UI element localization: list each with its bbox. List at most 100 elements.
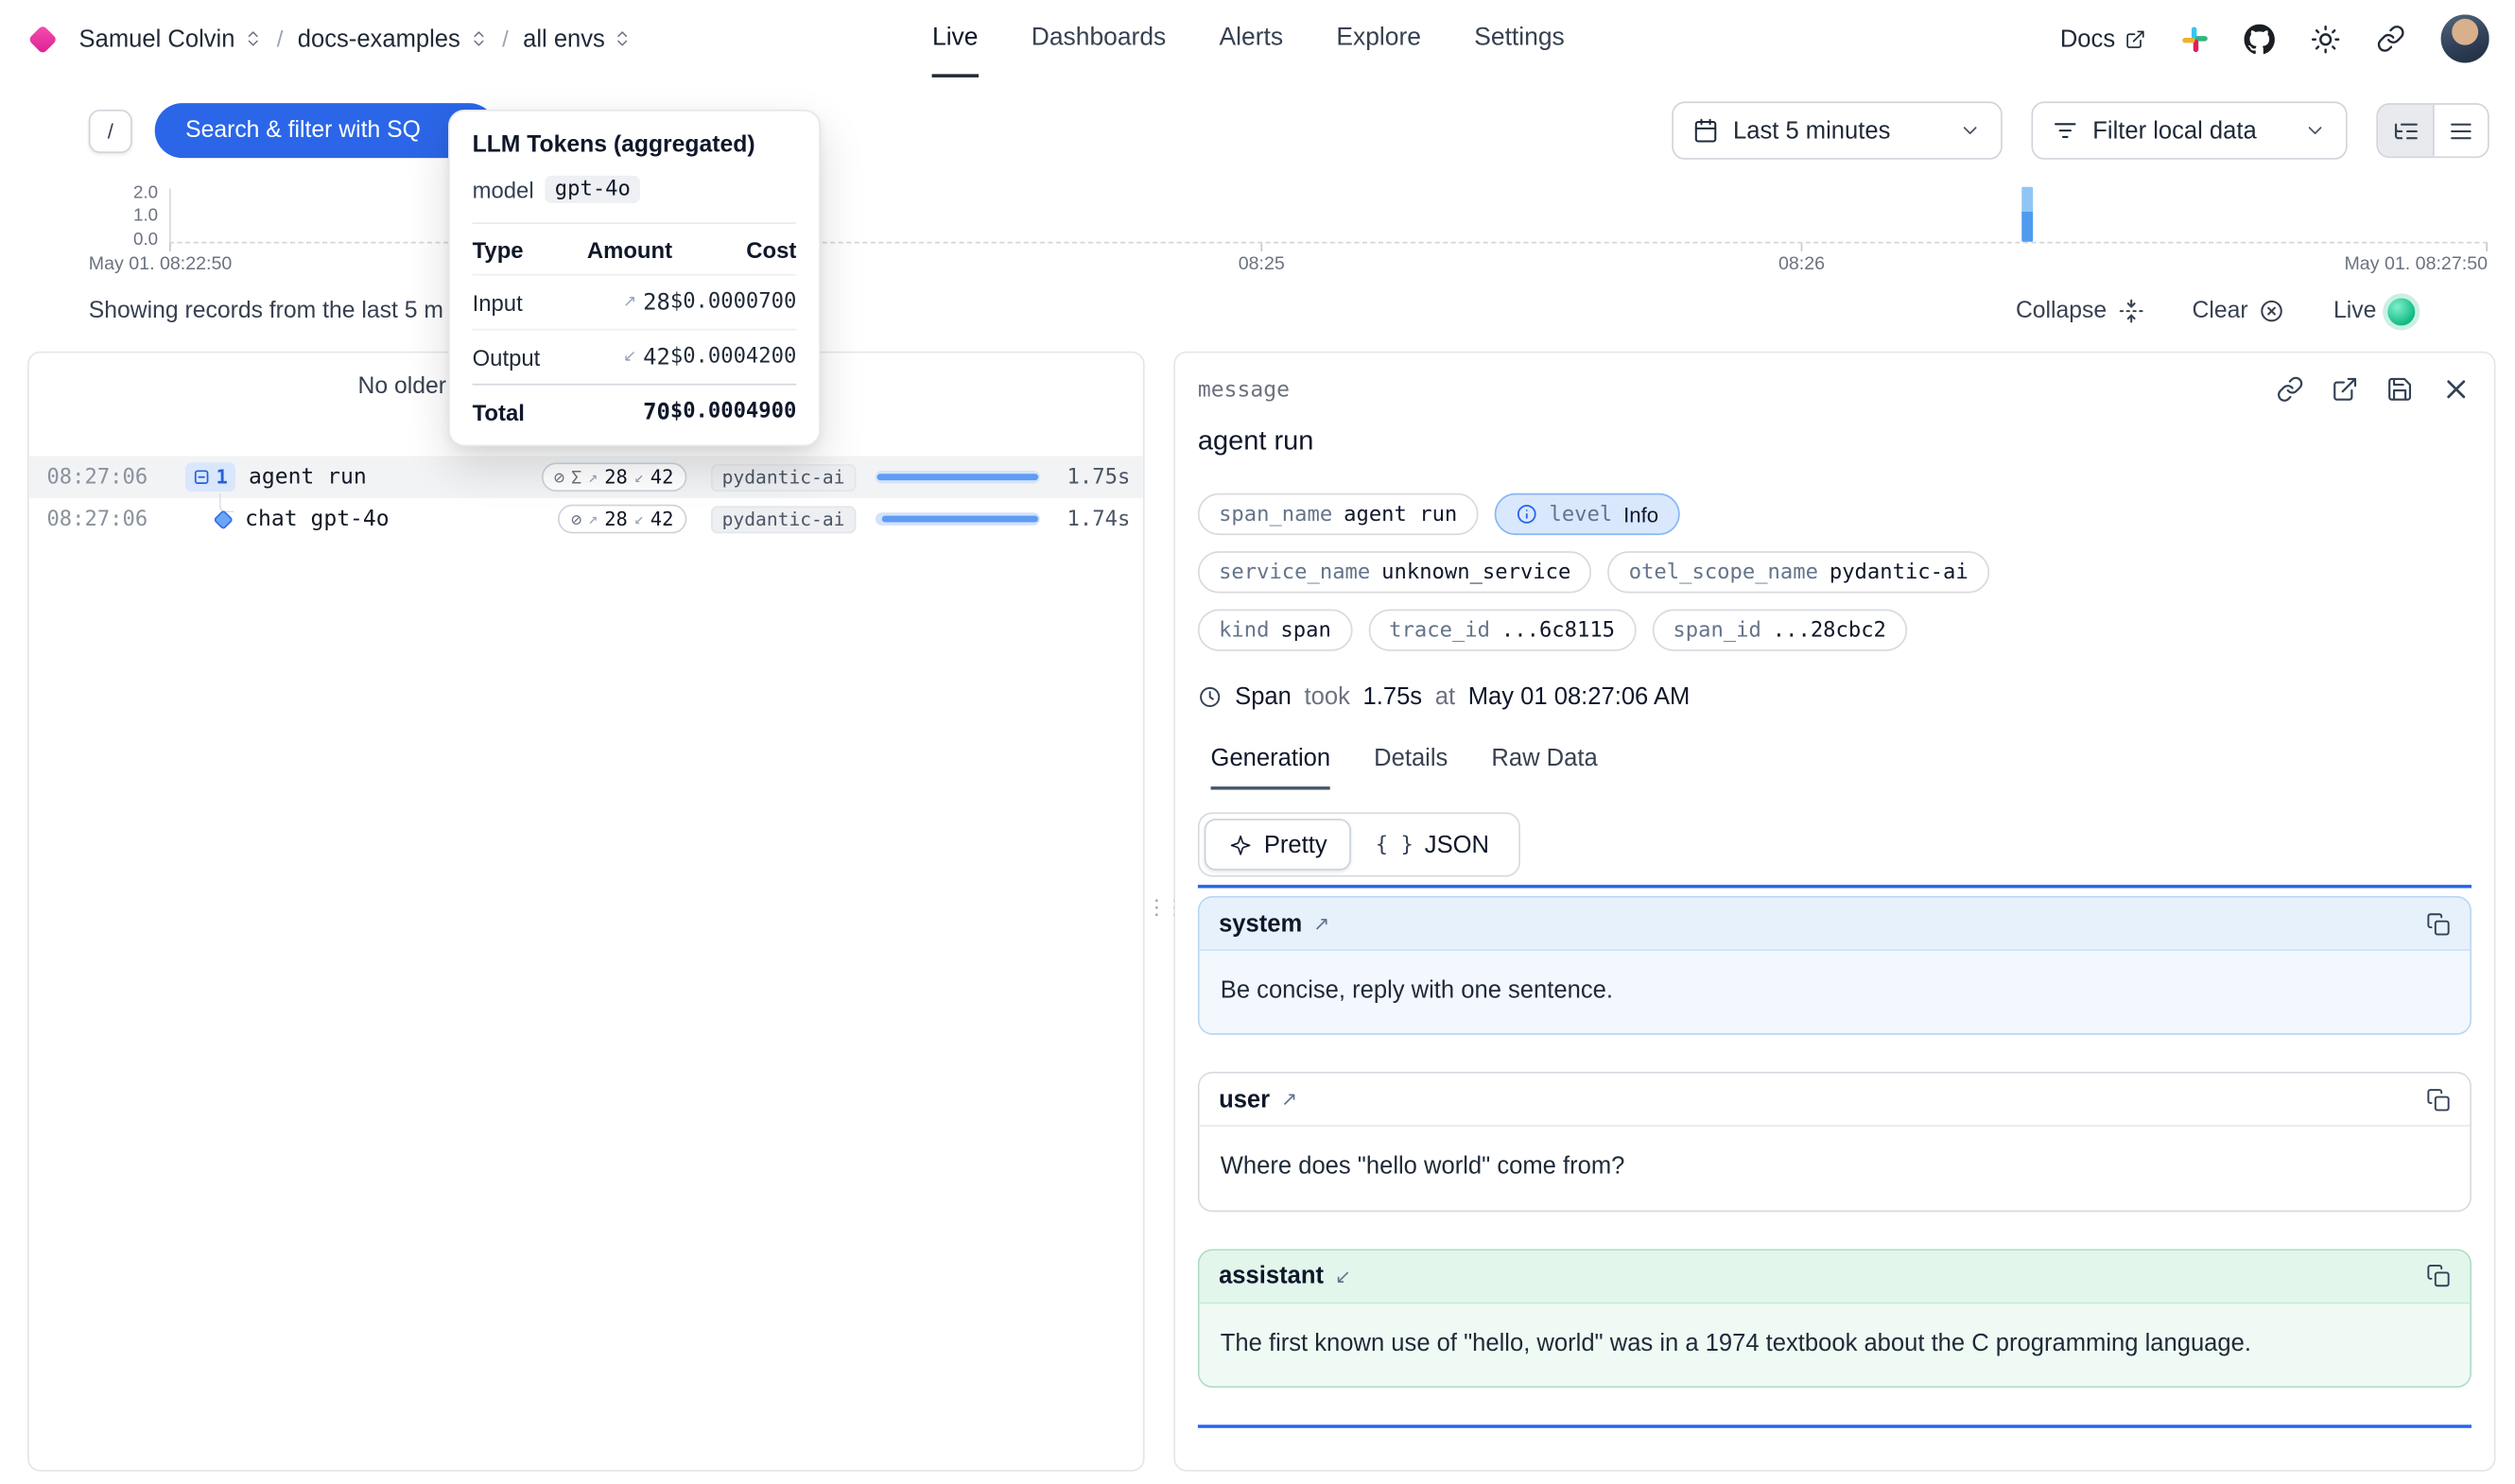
save-icon[interactable] — [2386, 375, 2414, 403]
nav-tab-explore[interactable]: Explore — [1336, 0, 1421, 78]
time-range-select[interactable]: Last 5 minutes — [1672, 101, 2003, 159]
detail-tabs: Generation Details Raw Data — [1198, 745, 2472, 790]
search-filter-button[interactable]: Search & filter with SQ — [155, 103, 496, 158]
copy-icon[interactable] — [2426, 911, 2451, 936]
trace-row-chat-gpt-4o[interactable]: 08:27:06 chat gpt-4o ⊘ ↗ 28 ↙ 42 pydanti… — [29, 498, 1143, 540]
pretty-label: Pretty — [1264, 831, 1327, 858]
env-name: all envs — [523, 25, 605, 52]
span-name-chip[interactable]: span_name agent run — [1198, 493, 1479, 535]
attr-value: Info — [1623, 502, 1658, 526]
json-view-button[interactable]: { } JSON — [1351, 819, 1513, 871]
collapse-button[interactable]: Collapse — [2016, 298, 2143, 323]
status-row: Showing records from the last 5 m Collap… — [0, 292, 2515, 331]
scope-tag[interactable]: pydantic-ai — [711, 506, 857, 533]
tokens-row-input: Input ↗28 $0.0000700 — [473, 274, 797, 329]
logfire-logo-icon[interactable] — [28, 24, 58, 53]
live-toggle[interactable]: Live — [2333, 298, 2415, 325]
collapse-label: Collapse — [2016, 298, 2107, 323]
user-avatar[interactable] — [2441, 14, 2489, 62]
attribute-chip-row: span_name agent run level Info — [1198, 493, 2472, 535]
breadcrumb-org[interactable]: Samuel Colvin — [79, 25, 263, 52]
trace-id-chip[interactable]: trace_id ...6c8115 — [1368, 610, 1636, 651]
filter-local-data-select[interactable]: Filter local data — [2031, 101, 2347, 159]
output-arrow-icon: ↙ — [634, 510, 644, 528]
tokens-icon: ⊘ — [571, 509, 581, 529]
nav-tab-settings[interactable]: Settings — [1474, 0, 1565, 78]
close-icon[interactable] — [2441, 374, 2472, 405]
slack-icon[interactable] — [2181, 25, 2209, 52]
row-type: Output — [473, 344, 575, 370]
github-icon[interactable] — [2245, 24, 2275, 54]
tree-connector — [219, 493, 234, 512]
copy-icon[interactable] — [2426, 1088, 2451, 1113]
nav-tab-live[interactable]: Live — [932, 0, 978, 78]
breadcrumb-env[interactable]: all envs — [523, 25, 633, 52]
attr-key: otel_scope_name — [1629, 561, 1818, 585]
duration-text: 1.75s — [1056, 465, 1130, 490]
trace-row-agent-run[interactable]: 08:27:06 1 agent run ⊘ Σ ↗ 28 ↙ 42 pyda — [29, 457, 1143, 498]
breadcrumb-project[interactable]: docs-examples — [298, 25, 488, 52]
duration-bar[interactable] — [876, 471, 1040, 484]
external-link-icon — [2125, 28, 2145, 49]
docs-link[interactable]: Docs — [2060, 25, 2146, 52]
clear-button[interactable]: Clear — [2193, 298, 2285, 323]
took-word: at — [1435, 683, 1455, 711]
attr-value: ...6c8115 — [1501, 618, 1615, 643]
tokens-row-output: Output ↙42 $0.0004200 — [473, 329, 797, 384]
circle-x-icon — [2260, 298, 2285, 323]
logfire-app: Samuel Colvin / docs-examples / all envs… — [0, 0, 2515, 1484]
tokens-chip[interactable]: ⊘ Σ ↗ 28 ↙ 42 — [541, 462, 686, 492]
breadcrumb-separator: / — [277, 26, 284, 51]
input-arrow-icon: ↗ — [623, 293, 636, 311]
tokens-table-header: Type Amount Cost — [473, 224, 797, 274]
copy-icon[interactable] — [2426, 1264, 2451, 1288]
tab-raw-data[interactable]: Raw Data — [1491, 745, 1597, 790]
main-nav-tabs: Live Dashboards Alerts Explore Settings — [932, 0, 1565, 78]
attr-key: service_name — [1219, 561, 1370, 585]
share-link-icon[interactable] — [2376, 25, 2405, 54]
copy-link-icon[interactable] — [2277, 375, 2304, 403]
level-chip[interactable]: level Info — [1494, 493, 1679, 535]
filter-local-data-value: Filter local data — [2092, 117, 2256, 145]
kind-chip[interactable]: kind span — [1198, 610, 1352, 651]
attr-key: span_id — [1673, 618, 1760, 643]
slash-shortcut-key[interactable]: / — [89, 109, 132, 152]
service-name-chip[interactable]: service_name unknown_service — [1198, 551, 1592, 593]
span-id-chip[interactable]: span_id ...28cbc2 — [1652, 610, 1907, 651]
nav-right-group: Docs — [2060, 14, 2489, 62]
live-label: Live — [2333, 298, 2376, 323]
otel-scope-chip[interactable]: otel_scope_name pydantic-ai — [1608, 551, 1989, 593]
detail-header-actions — [2277, 374, 2472, 405]
live-indicator-icon — [2387, 298, 2415, 325]
tab-generation[interactable]: Generation — [1211, 745, 1331, 790]
showing-records-text: Showing records from the last 5 m — [89, 298, 443, 323]
chevrons-up-down-icon — [243, 29, 262, 48]
nav-tab-alerts[interactable]: Alerts — [1220, 0, 1284, 78]
message-role: assistant — [1219, 1262, 1324, 1289]
tokens-chip[interactable]: ⊘ ↗ 28 ↙ 42 — [558, 505, 686, 534]
theme-sun-icon[interactable] — [2310, 24, 2340, 54]
input-arrow-icon: ↗ — [588, 468, 598, 486]
tab-details[interactable]: Details — [1374, 745, 1448, 790]
row-cost: $0.0000700 — [670, 290, 796, 315]
y-tick: 1.0 — [96, 206, 158, 225]
nav-tab-dashboards[interactable]: Dashboards — [1032, 0, 1167, 78]
chevrons-up-down-icon — [468, 29, 487, 48]
chevron-down-icon — [2304, 119, 2327, 142]
sparkles-icon — [1228, 833, 1253, 857]
json-label: JSON — [1425, 831, 1489, 858]
scope-tag[interactable]: pydantic-ai — [711, 463, 857, 491]
duration-bar[interactable] — [876, 512, 1040, 526]
message-card-user: user ↗ Where does "hello world" come fro… — [1198, 1072, 2472, 1211]
flat-view-button[interactable] — [2433, 105, 2488, 157]
tokens-icon: ⊘ — [554, 467, 564, 488]
open-external-icon[interactable] — [2332, 375, 2359, 403]
collapse-children-icon — [194, 469, 210, 485]
pretty-view-button[interactable]: Pretty — [1205, 819, 1351, 871]
org-name: Samuel Colvin — [79, 25, 235, 52]
children-count-badge[interactable]: 1 — [185, 462, 235, 492]
tree-view-button[interactable] — [2378, 105, 2433, 157]
filter-lines-icon — [2053, 117, 2078, 143]
y-tick: 0.0 — [96, 231, 158, 250]
timeline-bar[interactable] — [2021, 187, 2033, 242]
